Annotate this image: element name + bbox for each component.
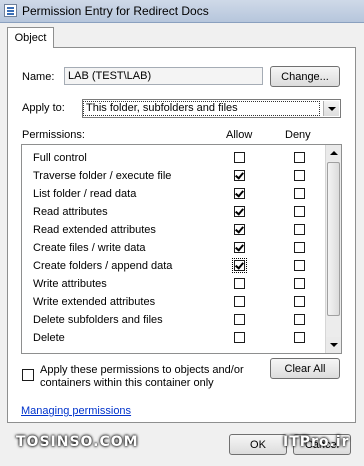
deny-checkbox[interactable] (294, 278, 305, 289)
allow-checkbox[interactable] (234, 206, 245, 217)
permission-label: Create folders / append data (33, 260, 173, 272)
permission-row: Read attributes (22, 203, 326, 221)
tab-object[interactable]: Object (7, 27, 54, 48)
allow-checkbox[interactable] (234, 242, 245, 253)
permission-label: Delete (33, 332, 65, 344)
deny-header: Deny (285, 129, 311, 141)
watermark-left-text: TOSINSO.COM (16, 434, 139, 450)
permission-row: Read extended attributes (22, 221, 326, 239)
deny-checkbox[interactable] (294, 260, 305, 271)
deny-checkbox[interactable] (294, 314, 305, 325)
window-icon (4, 4, 17, 17)
name-label: Name: (22, 71, 55, 83)
change-button[interactable]: Change... (270, 66, 340, 87)
chevron-down-icon[interactable] (323, 101, 339, 116)
deny-checkbox[interactable] (294, 206, 305, 217)
permission-row: Write extended attributes (22, 293, 326, 311)
apply-to-label: Apply to: (22, 102, 65, 114)
apply-to-value: This folder, subfolders and files (83, 101, 320, 116)
deny-checkbox[interactable] (294, 242, 305, 253)
permission-label: Traverse folder / execute file (33, 170, 172, 182)
title-bar: Permission Entry for Redirect Docs (0, 0, 364, 23)
allow-checkbox[interactable] (234, 278, 245, 289)
allow-checkbox[interactable] (234, 170, 245, 181)
apply-checkbox-label-line2: containers within this container only (40, 377, 214, 389)
permission-row: Traverse folder / execute file (22, 167, 326, 185)
scroll-thumb[interactable] (327, 162, 340, 316)
permission-label: Write extended attributes (33, 296, 156, 308)
permissions-list: Full control Traverse folder / execute fi… (21, 144, 342, 354)
scroll-up-icon[interactable] (326, 145, 341, 161)
permission-row: List folder / read data (22, 185, 326, 203)
allow-checkbox[interactable] (234, 332, 245, 343)
permission-row: Full control (22, 149, 326, 167)
clear-all-button[interactable]: Clear All (270, 358, 340, 379)
permission-row: Create files / write data (22, 239, 326, 257)
allow-header: Allow (226, 129, 253, 141)
allow-checkbox[interactable] (234, 224, 245, 235)
permissions-scrollbar[interactable] (325, 145, 341, 353)
scroll-down-icon[interactable] (326, 337, 341, 353)
permission-row: Create folders / append data (22, 257, 326, 275)
deny-checkbox[interactable] (294, 152, 305, 163)
permission-label: Delete subfolders and files (33, 314, 163, 326)
permission-row: Delete (22, 329, 326, 347)
apply-to-container-checkbox[interactable] (22, 369, 34, 381)
allow-checkbox[interactable] (232, 258, 247, 273)
apply-to-dropdown[interactable]: This folder, subfolders and files (82, 99, 341, 118)
permission-label: Full control (33, 152, 87, 164)
deny-checkbox[interactable] (294, 224, 305, 235)
deny-checkbox[interactable] (294, 170, 305, 181)
allow-checkbox[interactable] (234, 314, 245, 325)
window-title: Permission Entry for Redirect Docs (22, 4, 209, 18)
deny-checkbox[interactable] (294, 296, 305, 307)
permission-label: List folder / read data (33, 188, 137, 200)
apply-checkbox-label-line1: Apply these permissions to objects and/o… (40, 364, 244, 376)
permission-label: Create files / write data (33, 242, 146, 254)
managing-permissions-link[interactable]: Managing permissions (21, 405, 131, 417)
permission-label: Write attributes (33, 278, 107, 290)
permission-row: Delete subfolders and files (22, 311, 326, 329)
allow-checkbox[interactable] (234, 152, 245, 163)
deny-checkbox[interactable] (294, 332, 305, 343)
permission-label: Read attributes (33, 206, 108, 218)
name-field: LAB (TEST\LAB) (64, 67, 263, 85)
allow-checkbox[interactable] (234, 296, 245, 307)
permissions-label: Permissions: (22, 129, 85, 141)
deny-checkbox[interactable] (294, 188, 305, 199)
cancel-button[interactable]: Cancel (293, 434, 351, 455)
allow-checkbox[interactable] (234, 188, 245, 199)
permission-label: Read extended attributes (33, 224, 156, 236)
ok-button[interactable]: OK (229, 434, 287, 455)
permission-row: Write attributes (22, 275, 326, 293)
